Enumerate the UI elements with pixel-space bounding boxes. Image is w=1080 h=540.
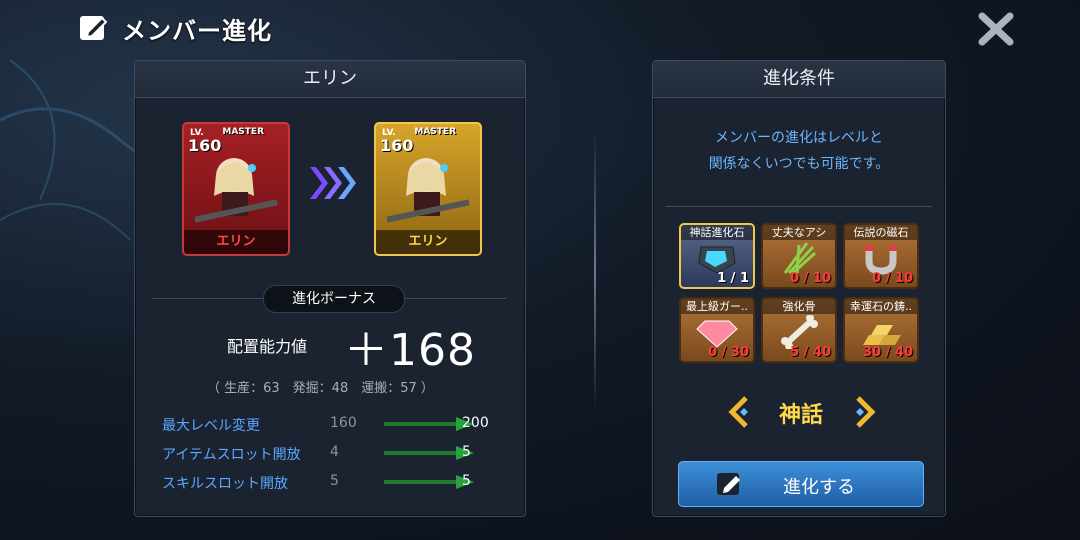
panel-separator bbox=[594, 130, 596, 410]
card-name: エリン bbox=[376, 230, 480, 254]
change-to: 5 bbox=[462, 473, 471, 489]
card-name: エリン bbox=[184, 230, 288, 254]
conditions-description: メンバーの進化はレベルと 関係なくいつでも可能です。 bbox=[653, 125, 945, 177]
tier-prev-icon[interactable] bbox=[728, 396, 750, 428]
member-name-title: エリン bbox=[135, 61, 525, 98]
material-mythic-evolution-stone[interactable]: 神話進化石 1 / 1 bbox=[679, 223, 755, 289]
material-sturdy-reed[interactable]: 丈夫なアシ 0 / 10 bbox=[761, 223, 837, 289]
bone-icon bbox=[781, 315, 818, 349]
evolution-stone-icon bbox=[698, 246, 736, 274]
member-card-before: LV. 160 MASTER エリン bbox=[182, 122, 290, 256]
rank-label: MASTER bbox=[222, 127, 264, 137]
evolve-arrow-icon bbox=[310, 167, 356, 199]
reed-icon bbox=[783, 242, 817, 275]
change-label: スキルスロット開放 bbox=[162, 476, 288, 492]
material-name: 幸運石の鋳.. bbox=[845, 299, 917, 314]
edit-icon bbox=[717, 473, 740, 495]
header: メンバー進化 bbox=[78, 10, 272, 46]
member-card-after: LV. 160 MASTER エリン bbox=[374, 122, 482, 256]
material-count: 0 / 10 bbox=[872, 271, 913, 286]
material-name: 丈夫なアシ bbox=[763, 225, 835, 240]
gold-ingot-icon bbox=[863, 325, 901, 345]
material-luck-stone-ingot[interactable]: 幸運石の鋳.. 30 / 40 bbox=[843, 297, 919, 363]
description-line-2: 関係なくいつでも可能です。 bbox=[708, 156, 890, 172]
material-count: 30 / 40 bbox=[863, 345, 913, 360]
divider bbox=[666, 206, 932, 207]
green-arrow-icon bbox=[384, 446, 474, 460]
character-portrait bbox=[194, 158, 278, 223]
change-from: 5 bbox=[330, 473, 339, 489]
material-legendary-magnet[interactable]: 伝説の磁石 0 / 10 bbox=[843, 223, 919, 289]
change-row-max-level: 最大レベル変更 160 200 bbox=[162, 413, 502, 435]
evolve-button[interactable]: 進化する bbox=[678, 461, 924, 507]
green-arrow-icon bbox=[384, 475, 474, 489]
material-count: 5 / 40 bbox=[790, 345, 831, 360]
change-from: 160 bbox=[330, 415, 357, 431]
edit-icon bbox=[80, 16, 108, 40]
change-from: 4 bbox=[330, 444, 339, 460]
conditions-title: 進化条件 bbox=[653, 61, 945, 98]
material-count: 0 / 10 bbox=[790, 271, 831, 286]
change-to: 200 bbox=[462, 415, 489, 431]
character-portrait bbox=[386, 158, 470, 223]
evolution-bonus-label: 進化ボーナス bbox=[263, 285, 405, 313]
stat-breakdown: （ 生産：63 発掘：48 運搬：57 ） bbox=[207, 381, 434, 396]
tier-label: 神話 bbox=[778, 403, 823, 428]
material-top-garnet[interactable]: 最上級ガー.. 0 / 30 bbox=[679, 297, 755, 363]
change-row-skill-slot: スキルスロット開放 5 5 bbox=[162, 471, 502, 493]
material-name: 最上級ガー.. bbox=[681, 299, 753, 314]
placement-stat-value: ＋168 bbox=[344, 325, 476, 376]
page-title: メンバー進化 bbox=[122, 16, 272, 45]
green-arrow-icon bbox=[384, 417, 474, 431]
close-icon[interactable] bbox=[976, 10, 1016, 48]
garnet-icon bbox=[696, 320, 738, 348]
tier-next-icon[interactable] bbox=[854, 396, 876, 428]
change-label: アイテムスロット開放 bbox=[162, 447, 301, 463]
material-name: 強化骨 bbox=[763, 299, 835, 314]
rank-label: MASTER bbox=[414, 127, 456, 137]
placement-stat-label: 配置能力値 bbox=[227, 337, 308, 356]
change-label: 最大レベル変更 bbox=[162, 418, 260, 434]
material-name: 神話進化石 bbox=[681, 225, 753, 240]
material-name: 伝説の磁石 bbox=[845, 225, 917, 240]
change-to: 5 bbox=[462, 444, 471, 460]
description-line-1: メンバーの進化はレベルと bbox=[715, 130, 883, 146]
magnet-icon bbox=[865, 245, 897, 275]
evolve-button-label: 進化する bbox=[783, 477, 855, 498]
material-reinforced-bone[interactable]: 強化骨 5 / 40 bbox=[761, 297, 837, 363]
material-count: 0 / 30 bbox=[708, 345, 749, 360]
change-row-item-slot: アイテムスロット開放 4 5 bbox=[162, 442, 502, 464]
material-count: 1 / 1 bbox=[717, 271, 749, 286]
